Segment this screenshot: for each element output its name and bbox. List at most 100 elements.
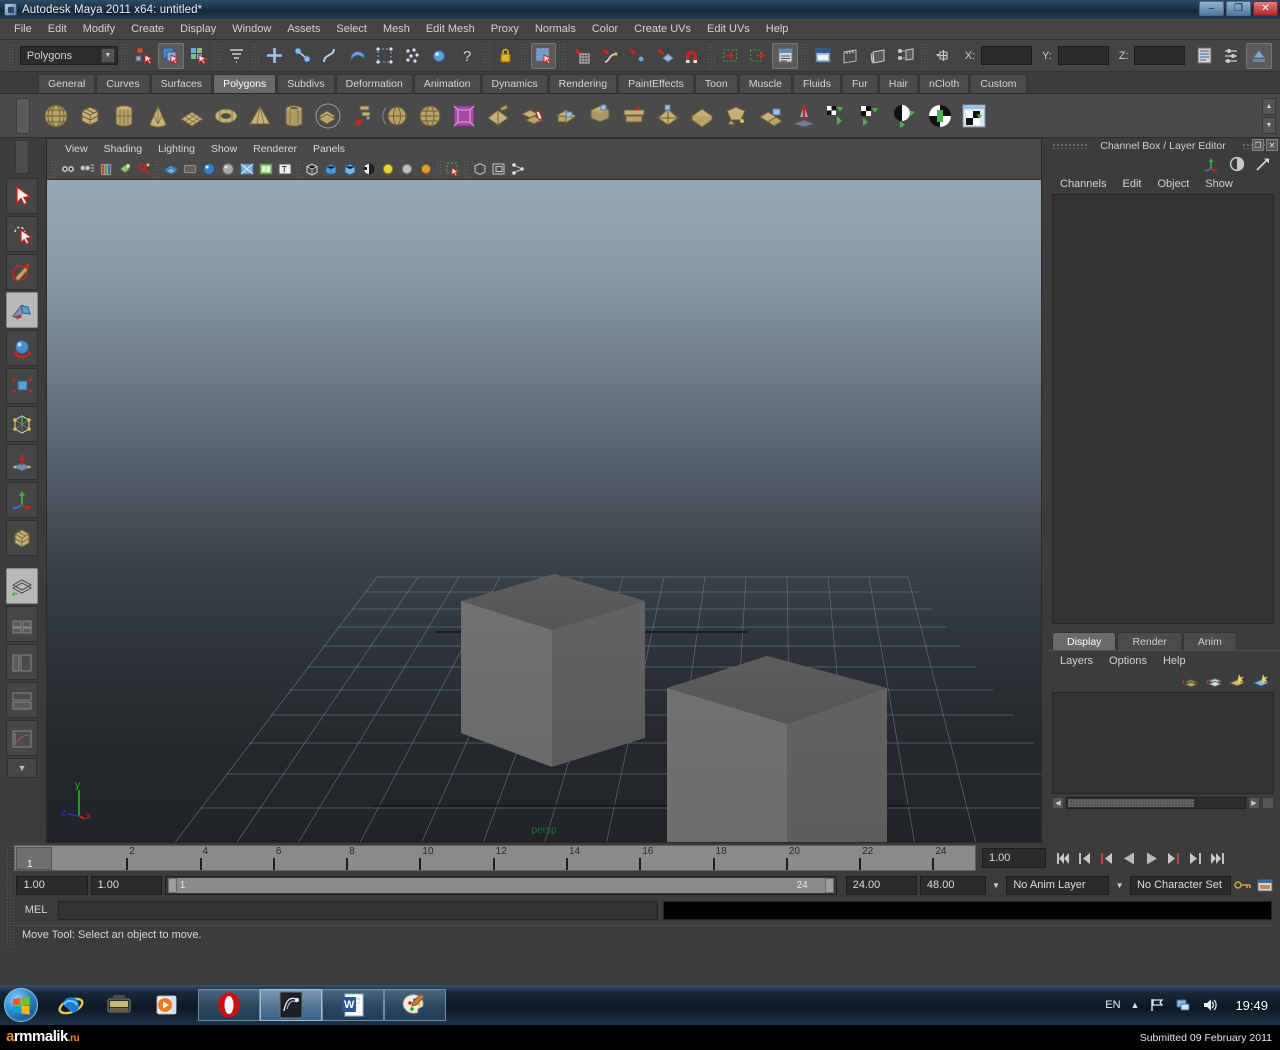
- use-all-lights-icon[interactable]: [360, 160, 378, 178]
- menu-display[interactable]: Display: [172, 21, 224, 37]
- select-camera-icon[interactable]: [59, 160, 77, 178]
- toolbox-more-icon[interactable]: ▼: [7, 758, 37, 778]
- uv-texture-editor-icon[interactable]: [958, 99, 990, 133]
- command-line-grip[interactable]: [6, 897, 14, 923]
- layer-editor-icon[interactable]: [1254, 156, 1272, 172]
- poly-pyramid-icon[interactable]: [244, 99, 276, 133]
- select-by-component-icon[interactable]: [186, 43, 211, 69]
- step-back-key-icon[interactable]: [1076, 848, 1095, 868]
- viewport-menu-panels[interactable]: Panels: [305, 142, 353, 156]
- shelf-tab-curves[interactable]: Curves: [96, 74, 150, 93]
- poly-wedge-icon[interactable]: [550, 99, 582, 133]
- single-perspective-icon[interactable]: [471, 160, 489, 178]
- render-settings-icon[interactable]: [865, 43, 890, 69]
- render-current-frame-icon[interactable]: [811, 43, 836, 69]
- new-layer-icon[interactable]: [1180, 672, 1198, 688]
- menu-assets[interactable]: Assets: [279, 21, 328, 37]
- panel-grip-left[interactable]: [1052, 143, 1088, 149]
- shelf-tab-custom[interactable]: Custom: [970, 74, 1027, 93]
- menu-file[interactable]: File: [6, 21, 40, 37]
- xray-joints-icon[interactable]: [257, 160, 275, 178]
- select-curve-icon[interactable]: [317, 43, 342, 69]
- uv-spherical-icon[interactable]: [890, 99, 922, 133]
- shelf-scroll[interactable]: ▲ ▼: [1262, 98, 1276, 134]
- shelf-tab-toon[interactable]: Toon: [694, 74, 738, 93]
- maximize-button[interactable]: ❐: [1226, 1, 1251, 16]
- shelf-tab-surfaces[interactable]: Surfaces: [150, 74, 213, 93]
- poly-platonic-icon[interactable]: [380, 99, 412, 133]
- soft-modification-tool[interactable]: [6, 444, 38, 480]
- animation-start-time-field[interactable]: 1.00: [16, 875, 88, 895]
- ipr-render-icon[interactable]: [838, 43, 863, 69]
- four-view-icon[interactable]: [490, 160, 508, 178]
- channel-box-menu-show[interactable]: Show: [1197, 177, 1241, 191]
- panel-restore-button[interactable]: ❐: [1252, 139, 1264, 151]
- menu-create-uvs[interactable]: Create UVs: [626, 21, 699, 37]
- bookmark-icon[interactable]: [97, 160, 115, 178]
- panel-close-button[interactable]: ✕: [1266, 139, 1278, 151]
- media-player-icon[interactable]: [150, 988, 184, 1022]
- taskbar-maya-window[interactable]: [260, 989, 322, 1021]
- command-output-field[interactable]: [663, 900, 1272, 920]
- poly-bridge-icon[interactable]: [618, 99, 650, 133]
- shaded-textured-icon[interactable]: [341, 160, 359, 178]
- lasso-tool[interactable]: [6, 216, 38, 252]
- show-manipulator-tool[interactable]: [6, 482, 38, 518]
- menu-create[interactable]: Create: [123, 21, 172, 37]
- step-forward-key-icon[interactable]: [1186, 848, 1205, 868]
- viewport-menu-show[interactable]: Show: [203, 142, 245, 156]
- current-time-field[interactable]: 1.00: [982, 848, 1046, 868]
- range-handle-left[interactable]: [167, 877, 177, 893]
- gate-mask-icon[interactable]: [219, 160, 237, 178]
- menu-select[interactable]: Select: [328, 21, 375, 37]
- shelf-tab-polygons[interactable]: Polygons: [213, 74, 277, 93]
- range-bar[interactable]: 1 24: [164, 875, 837, 895]
- menu-proxy[interactable]: Proxy: [483, 21, 527, 37]
- layer-tab-anim[interactable]: Anim: [1182, 632, 1237, 650]
- all-lights-icon[interactable]: [398, 160, 416, 178]
- shelf-tab-subdivs[interactable]: Subdivs: [277, 74, 335, 93]
- isolate-select-icon[interactable]: [444, 160, 462, 178]
- quick-layout-four-view[interactable]: [6, 606, 38, 642]
- select-rendering-icon[interactable]: [427, 43, 452, 69]
- camera-attributes-icon[interactable]: [78, 160, 96, 178]
- resolution-gate-icon[interactable]: [200, 160, 218, 178]
- scroll-left-icon[interactable]: ◀: [1052, 797, 1064, 809]
- range-end-time-field[interactable]: 24.00: [845, 875, 917, 895]
- show-hidden-icons-icon[interactable]: ▲: [1131, 1000, 1140, 1010]
- channel-box-content[interactable]: [1052, 194, 1274, 624]
- select-by-hierarchy-icon[interactable]: [131, 43, 156, 69]
- attribute-editor-icon[interactable]: [1228, 156, 1246, 172]
- outliner-persp-icon[interactable]: [509, 160, 527, 178]
- select-tool[interactable]: [6, 178, 38, 214]
- media-center-icon[interactable]: [102, 988, 136, 1022]
- snap-grid-icon[interactable]: [569, 43, 594, 69]
- lock-selection-icon[interactable]: [493, 43, 518, 69]
- snap-magnet-icon[interactable]: [679, 43, 704, 69]
- channel-box-menu-object[interactable]: Object: [1149, 177, 1197, 191]
- shelf-tab-dynamics[interactable]: Dynamics: [481, 74, 548, 93]
- select-dynamic-icon[interactable]: [399, 43, 424, 69]
- layer-tab-display[interactable]: Display: [1052, 632, 1117, 650]
- shelf-tab-painteffects[interactable]: PaintEffects: [618, 74, 694, 93]
- select-deformation-icon[interactable]: [372, 43, 397, 69]
- taskbar-opera-window[interactable]: [198, 989, 260, 1021]
- xray-icon[interactable]: [238, 160, 256, 178]
- shelf-tab-ncloth[interactable]: nCloth: [919, 74, 970, 93]
- menu-edit-mesh[interactable]: Edit Mesh: [418, 21, 483, 37]
- channel-box-toggle-icon[interactable]: [1191, 43, 1216, 69]
- start-orb-icon[interactable]: [4, 988, 38, 1022]
- taskbar-clock[interactable]: 19:49: [1235, 998, 1268, 1013]
- universal-manipulator-tool[interactable]: [6, 406, 38, 442]
- image-plane-icon[interactable]: [116, 160, 134, 178]
- flag-action-center-icon[interactable]: [1149, 997, 1165, 1013]
- quick-layout-outliner-persp[interactable]: [6, 644, 38, 680]
- status-line-grip[interactable]: [8, 43, 14, 68]
- character-set-chevron-icon[interactable]: ▼: [1112, 876, 1127, 895]
- step-forward-frame-icon[interactable]: [1164, 848, 1183, 868]
- viewport-menu-shading[interactable]: Shading: [96, 142, 151, 156]
- menu-normals[interactable]: Normals: [527, 21, 584, 37]
- go-to-start-icon[interactable]: [1054, 848, 1073, 868]
- quick-layout-single-perspective[interactable]: [6, 568, 38, 604]
- select-joint-icon[interactable]: [290, 43, 315, 69]
